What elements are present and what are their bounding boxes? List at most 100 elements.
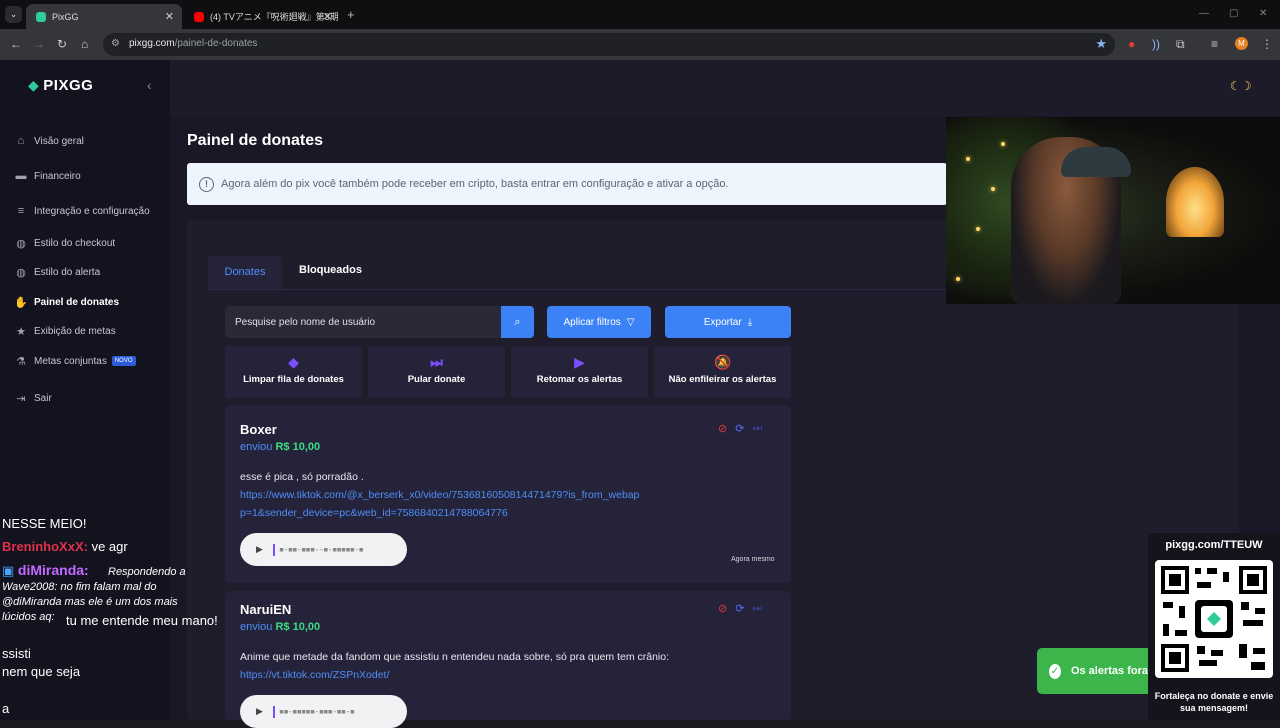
menu-kebab-icon[interactable]: ⋮ [1261,37,1273,51]
tabs-divider [208,289,946,290]
download-icon: ⤓ [747,316,753,328]
sidebar-item-painel-donates[interactable]: ✋ Painel de donates [14,293,119,311]
close-tab-icon[interactable]: ✕ [165,10,174,23]
toast-text: Os alertas fora [1070,665,1148,677]
new-badge: NOVO [111,356,136,366]
new-tab-button[interactable]: + [347,7,355,22]
site-info-icon[interactable]: ⚙ [111,38,120,49]
waveform-icon: ▪▪-▪▪▪▪▪-▪▪▪-▪▪-▪ [278,706,355,717]
reload-icon[interactable]: ↻ [57,37,67,51]
donate-link[interactable]: https://vt.tiktok.com/ZSPnXodet/ [240,666,640,684]
sidebar-item-estilo-alerta[interactable]: ◍ Estilo do alerta [14,263,100,281]
chat-message: a [2,701,10,716]
forward-icon[interactable]: → [33,37,45,51]
search-input[interactable] [225,306,501,338]
check-icon: ✓ [1049,663,1061,679]
sidebar-item-estilo-checkout[interactable]: ◍ Estilo do checkout [14,234,115,252]
sidebar-item-visao-geral[interactable]: ⌂ Visão geral [14,132,84,150]
chat-message: tu me entende meu mano! [66,613,218,628]
chat-message: ssisti [2,646,31,661]
skip-donate-button[interactable]: ⏭ Pular donate [368,346,505,398]
sidebar-item-metas-conjuntas[interactable]: ⚗ Metas conjuntas NOVO [14,352,136,370]
sidebar-item-integracao[interactable]: ≡ Integração e configuração [14,202,150,220]
brand-name: PIXGG [43,77,94,94]
tab-pixgg[interactable]: PixGG ✕ [26,4,182,29]
browser-tab-strip: ⌄ PixGG ✕ (4) TVアニメ『呪術廻戦』第3期「死 ✕ + — ▢ ✕ [0,0,1280,29]
home-icon[interactable]: ⌂ [81,37,88,51]
donate-link[interactable]: https://www.tiktok.com/@x_berserk_x0/vid… [240,486,640,522]
hand-coin-icon: ✋ [14,296,28,309]
sidebar-item-exibicao-metas[interactable]: ★ Exibição de metas [14,322,116,340]
block-user-icon[interactable]: ⊘ [718,602,727,615]
close-window-icon[interactable]: ✕ [1259,8,1267,19]
bell-off-icon: 🔕 [714,354,732,370]
resume-alerts-button[interactable]: ▶ Retomar os alertas [511,346,648,398]
lamp-image [1166,167,1224,237]
address-bar[interactable]: ⚙ pixgg.com/painel-de-donates ★ [103,33,1115,56]
minimize-icon[interactable]: — [1199,8,1209,19]
url-text: pixgg.com/painel-de-donates [129,38,258,49]
collapse-sidebar-icon[interactable]: ‹ [147,77,152,93]
tree-light [991,187,995,191]
donate-amount: enviou R$ 10,00 [240,441,321,453]
replay-icon[interactable]: ⟳ [735,422,744,435]
chat-message: BreninhoXxX: ve agr [2,539,128,554]
audio-progress[interactable] [272,705,275,718]
audio-progress[interactable] [272,543,275,556]
theme-toggle-moon-icon[interactable]: ☾☽ [1230,79,1252,93]
skip-icon: ⏭ [430,354,443,370]
star-icon: ★ [16,325,26,338]
youtube-favicon-icon [194,11,204,22]
donor-name: Boxer [240,422,277,437]
puzzle-extensions-icon[interactable]: ⧉ [1176,37,1185,52]
brand-logo[interactable]: ◆ PIXGG [28,77,93,94]
clear-queue-button[interactable]: ◆ Limpar fila de donates [225,346,362,398]
search-button[interactable]: ⌕ [501,306,534,338]
pixgg-logo-icon: ◆ [28,77,40,93]
card-divider [225,583,791,591]
bookmark-star-icon[interactable]: ★ [1095,36,1107,52]
skip-donate-icon[interactable]: ⏭ [752,602,762,615]
tree-light [1001,142,1005,146]
info-icon: ! [199,176,214,192]
cast-icon[interactable]: )) [1152,37,1160,51]
dont-queue-alerts-button[interactable]: 🔕 Não enfileirar os alertas [654,346,791,398]
export-label: Exportar [703,316,742,328]
play-audio-icon[interactable]: ▶ [256,544,263,555]
tab-search-button[interactable]: ⌄ [5,6,22,23]
sidebar-item-financeiro[interactable]: ▬ Financeiro [14,167,81,185]
apply-filters-button[interactable]: Aplicar filtros ▽ [547,306,651,338]
donate-actions: ⊘ ⟳ ⏭ [718,422,762,435]
tree-light [966,157,970,161]
donate-card: NaruiEN enviou R$ 10,00 ⊘ ⟳ ⏭ Anime que … [225,591,791,728]
close-tab-icon[interactable]: ✕ [323,10,332,23]
tab-title: (4) TVアニメ『呪術廻戦』第3期「死 [210,12,340,22]
maximize-icon[interactable]: ▢ [1229,8,1238,19]
donate-time: Agora mesmo [731,556,775,563]
palette-icon: ◍ [16,237,26,250]
flask-icon: ⚗ [16,355,26,368]
extension-icon[interactable]: ● [1128,37,1135,51]
profile-avatar[interactable]: M [1235,37,1248,50]
sidebar-item-sair[interactable]: ⇥ Sair [14,389,51,407]
skip-donate-icon[interactable]: ⏭ [752,422,762,435]
tab-bloqueados[interactable]: Bloqueados [299,264,362,276]
tab-youtube[interactable]: (4) TVアニメ『呪術廻戦』第3期「死 ✕ [184,4,340,29]
chat-message: NESSE MEIO! [2,516,87,531]
block-user-icon[interactable]: ⊘ [718,422,727,435]
tab-donates[interactable]: Donates [208,256,282,289]
logout-icon: ⇥ [16,392,26,405]
donate-card: Boxer enviou R$ 10,00 ⊘ ⟳ ⏭ esse é pica … [225,405,791,583]
qr-title: pixgg.com/TTEUW [1165,539,1263,551]
audio-player[interactable]: ▶ ▪-▪▪-▪▪▪--▪-▪▪▪▪▪-▪ [240,533,407,566]
alerts-toast: ✓ Os alertas fora [1037,648,1148,694]
tree-light [956,277,960,281]
eraser-icon: ◆ [288,354,299,370]
replay-icon[interactable]: ⟳ [735,602,744,615]
audio-player[interactable]: ▶ ▪▪-▪▪▪▪▪-▪▪▪-▪▪-▪ [240,695,407,728]
play-icon: ▶ [574,354,585,370]
reading-list-icon[interactable]: ≡ [1211,37,1218,51]
back-icon[interactable]: ← [10,37,22,51]
play-audio-icon[interactable]: ▶ [256,706,263,717]
export-button[interactable]: Exportar ⤓ [665,306,791,338]
